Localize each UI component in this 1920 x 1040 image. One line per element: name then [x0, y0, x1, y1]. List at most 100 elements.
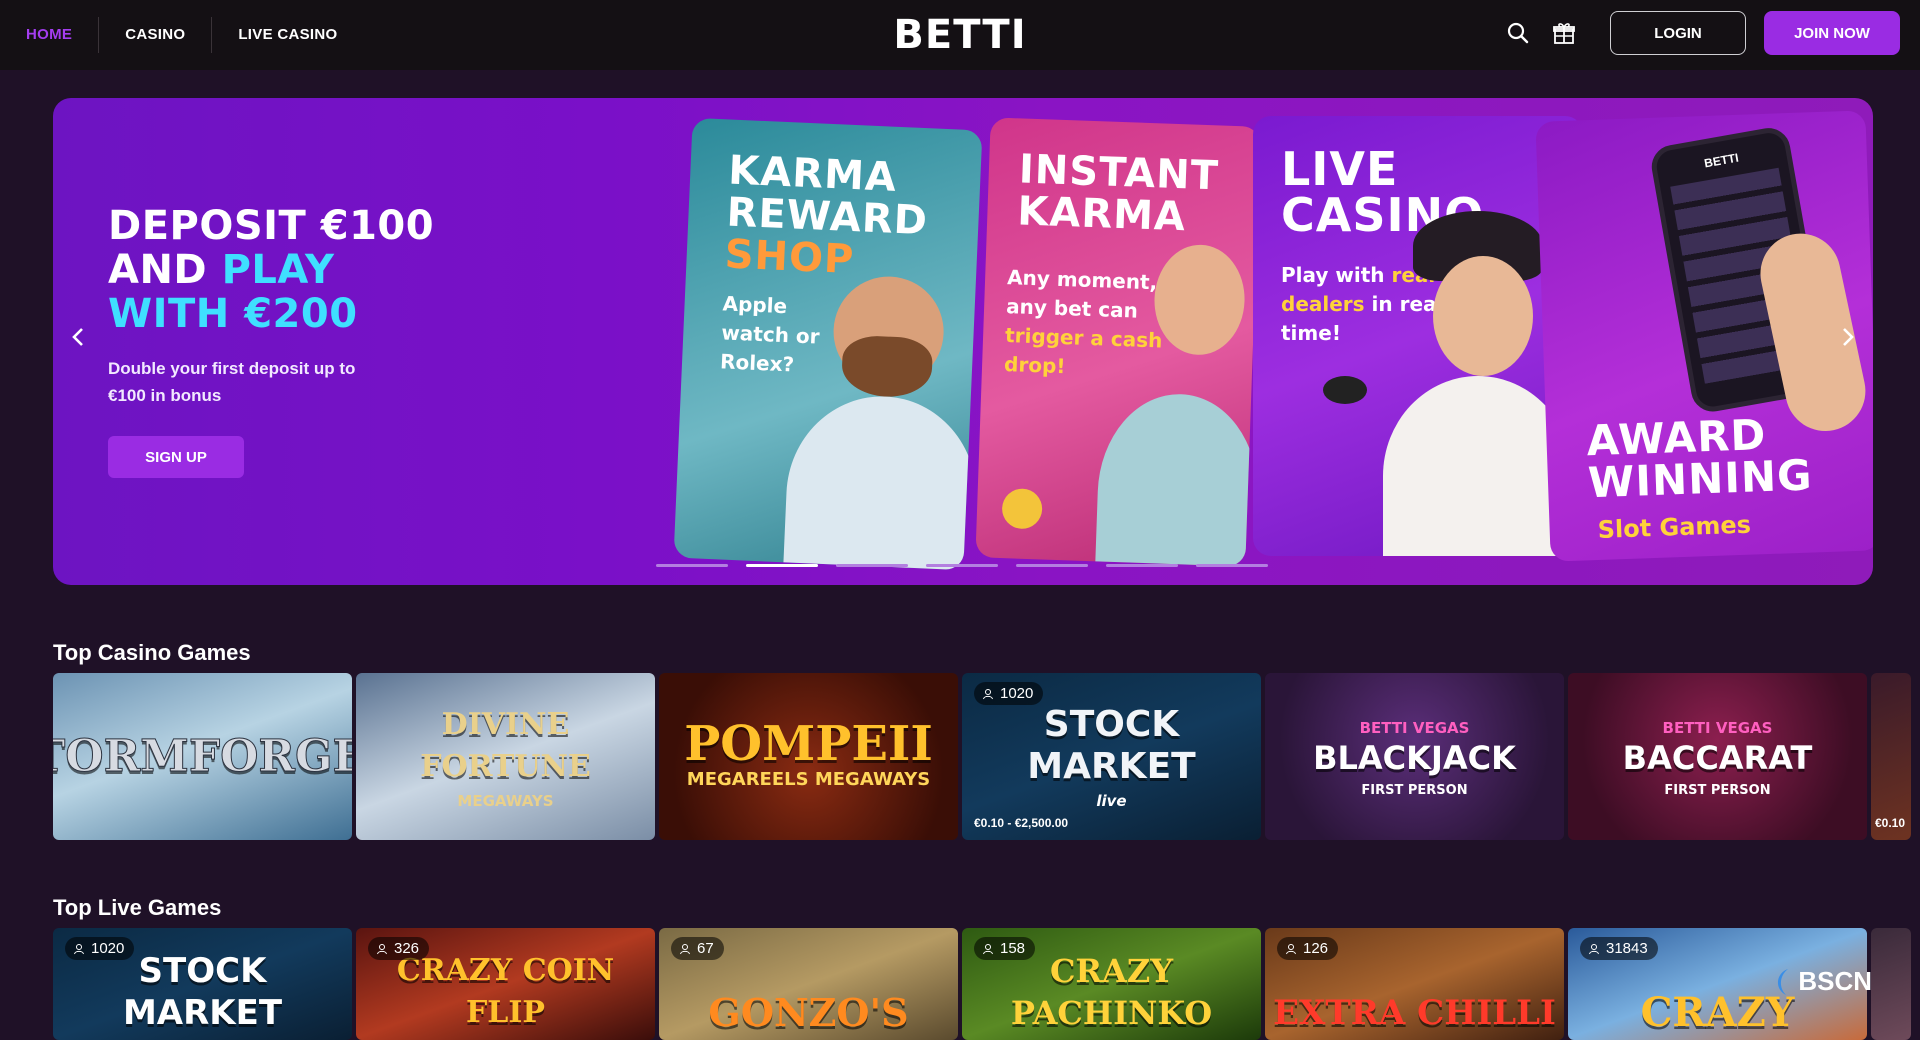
header-actions: LOGIN JOIN NOW — [1504, 11, 1900, 55]
game-title: BACCARAT — [1622, 739, 1813, 777]
nav-live-casino[interactable]: LIVE CASINO — [212, 17, 363, 53]
dealer-face — [1433, 256, 1533, 376]
gift-icon[interactable] — [1550, 19, 1578, 47]
game-tile-stormforged[interactable]: STORMFORGED — [53, 673, 352, 840]
game-subtitle: MEGAREELS MEGAWAYS — [686, 769, 931, 790]
game-tile-divine-fortune[interactable]: DIVINE FORTUNE MEGAWAYS — [356, 673, 655, 840]
hero-headline-and: AND — [108, 247, 222, 293]
casino-chips-graphic — [1323, 376, 1367, 404]
betti-logo[interactable]: BETTI — [893, 12, 1026, 58]
sign-up-button[interactable]: SIGN UP — [108, 436, 244, 478]
player-icon — [377, 943, 387, 954]
game-title: CRAZY — [1640, 989, 1795, 1036]
main-nav: HOME CASINO LIVE CASINO — [0, 0, 364, 70]
game-subtitle: FIRST PERSON — [1664, 783, 1771, 798]
nav-home[interactable]: HOME — [26, 17, 100, 53]
login-button[interactable]: LOGIN — [1610, 11, 1746, 55]
carousel-dot[interactable] — [1106, 564, 1178, 567]
player-count: 158 — [974, 937, 1036, 960]
game-title: CRAZY COIN FLIP — [396, 953, 615, 1030]
woman-body — [1094, 391, 1261, 567]
card-text-highlight: trigger a cash drop! — [1003, 323, 1163, 379]
top-casino-games-row: STORMFORGED DIVINE FORTUNE MEGAWAYS POMP… — [53, 673, 1911, 840]
game-subtitle: MEGAWAYS — [457, 791, 554, 810]
promo-card-title: AWARD WINNING — [1586, 410, 1814, 508]
promo-card-text: Apple watch or Rolex? — [719, 291, 821, 377]
game-tile-stock-market[interactable]: 1020 STOCK MARKET live €0.10 - €2,500.00 — [962, 673, 1261, 840]
player-icon — [1589, 943, 1599, 954]
game-title: BLACKJACK — [1313, 739, 1516, 777]
carousel-dot[interactable] — [746, 564, 818, 567]
carousel-dot[interactable] — [926, 564, 998, 567]
man-beard — [840, 334, 934, 399]
carousel-dot[interactable] — [656, 564, 728, 567]
live-tile-extra-chilli[interactable]: 126 EXTRA CHILLI — [1265, 928, 1564, 1040]
bscn-watermark: BSCN — [1770, 966, 1872, 997]
game-title-group: DIVINE FORTUNE MEGAWAYS — [356, 704, 655, 810]
live-tile-crazy-coin-flip[interactable]: 326 CRAZY COIN FLIP — [356, 928, 655, 1040]
top-header: HOME CASINO LIVE CASINO BETTI LOGIN JOIN… — [0, 0, 1920, 70]
carousel-dots — [656, 564, 1268, 567]
game-brand: BETTI VEGAS — [1662, 719, 1773, 737]
hero-headline-line1: DEPOSIT €100 — [108, 203, 435, 249]
player-icon — [983, 943, 993, 954]
game-tile-blackjack[interactable]: BETTI VEGAS BLACKJACK FIRST PERSON — [1265, 673, 1564, 840]
player-count: 67 — [671, 937, 724, 960]
game-subtitle: live — [1096, 791, 1127, 810]
player-count-value: 31843 — [1606, 940, 1648, 957]
player-count-value: 1020 — [1000, 685, 1034, 702]
player-icon — [1286, 943, 1296, 954]
coins-graphic — [1001, 488, 1043, 530]
game-title: STOCK MARKET — [1027, 703, 1196, 787]
player-count-value: 67 — [697, 940, 714, 957]
promo-card-karma-reward-shop[interactable]: KARMA REWARD SHOP Apple watch or Rolex? — [673, 117, 983, 571]
promo-card-title: INSTANT KARMA — [1017, 146, 1220, 240]
promo-card-live-casino[interactable]: LIVE CASINO Play with real dealers in re… — [1253, 116, 1583, 556]
nav-casino[interactable]: CASINO — [99, 17, 213, 53]
card-title-line: LIVE — [1281, 142, 1399, 196]
hero-subtitle: Double your first deposit up to €100 in … — [108, 359, 356, 405]
search-icon[interactable] — [1504, 19, 1532, 47]
promo-card-instant-karma[interactable]: INSTANT KARMA Any moment, any bet can tr… — [975, 117, 1261, 567]
player-count: 326 — [368, 937, 430, 960]
man-sweater — [782, 392, 981, 571]
live-tile-partial[interactable] — [1871, 928, 1911, 1040]
carousel-dot[interactable] — [1196, 564, 1268, 567]
game-title: CRAZY PACHINKO — [1010, 952, 1213, 1032]
card-title-line: WINNING — [1587, 450, 1814, 508]
player-count-value: 326 — [394, 940, 420, 957]
live-tile-stock-market[interactable]: 1020 STOCK MARKET — [53, 928, 352, 1040]
carousel-dot[interactable] — [836, 564, 908, 567]
game-title: DIVINE FORTUNE — [420, 706, 591, 784]
player-count: 31843 — [1580, 937, 1658, 960]
live-tile-crazy-pachinko[interactable]: 158 CRAZY PACHINKO — [962, 928, 1261, 1040]
game-tile-partial[interactable]: €0.10 — [1871, 673, 1911, 840]
game-title-group: BETTI VEGAS BLACKJACK FIRST PERSON — [1307, 715, 1522, 798]
hero-headline: DEPOSIT €100 AND PLAY WITH €200 — [108, 204, 434, 336]
player-icon — [74, 943, 84, 954]
game-title: POMPEII — [684, 716, 933, 772]
game-title: STOCK MARKET — [122, 951, 283, 1033]
join-now-button[interactable]: JOIN NOW — [1764, 11, 1900, 55]
top-live-games-row: 1020 STOCK MARKET 326 CRAZY COIN FLIP 67… — [53, 928, 1911, 1040]
game-title-group: BETTI VEGAS BACCARAT FIRST PERSON — [1617, 715, 1819, 798]
game-brand: BETTI VEGAS — [1359, 719, 1470, 737]
game-title: GONZO'S — [708, 990, 909, 1035]
game-tile-baccarat[interactable]: BETTI VEGAS BACCARAT FIRST PERSON — [1568, 673, 1867, 840]
player-count-value: 1020 — [91, 940, 125, 957]
carousel-dot[interactable] — [1016, 564, 1088, 567]
game-tile-pompeii[interactable]: POMPEII MEGAREELS MEGAWAYS — [659, 673, 958, 840]
bscn-watermark-text: BSCN — [1798, 966, 1872, 996]
player-count-value: 158 — [1000, 940, 1026, 957]
hero-headline-line2: AND PLAY — [108, 248, 434, 292]
promo-card-title: KARMA REWARD SHOP — [724, 148, 931, 285]
carousel-next-arrow[interactable] — [1833, 322, 1863, 352]
carousel-prev-arrow[interactable] — [63, 322, 93, 352]
player-count: 1020 — [974, 682, 1044, 705]
top-live-games-title: Top Live Games — [53, 895, 222, 920]
live-tile-gonzos[interactable]: 67 GONZO'S — [659, 928, 958, 1040]
hero-banner: DEPOSIT €100 AND PLAY WITH €200 Double y… — [53, 98, 1873, 585]
bet-limits: €0.10 — [1875, 816, 1906, 830]
hero-headline-play: PLAY — [221, 247, 335, 293]
promo-card-award-winning-slots[interactable]: BETTI AWARD WINNING Slot Games — [1535, 110, 1873, 562]
